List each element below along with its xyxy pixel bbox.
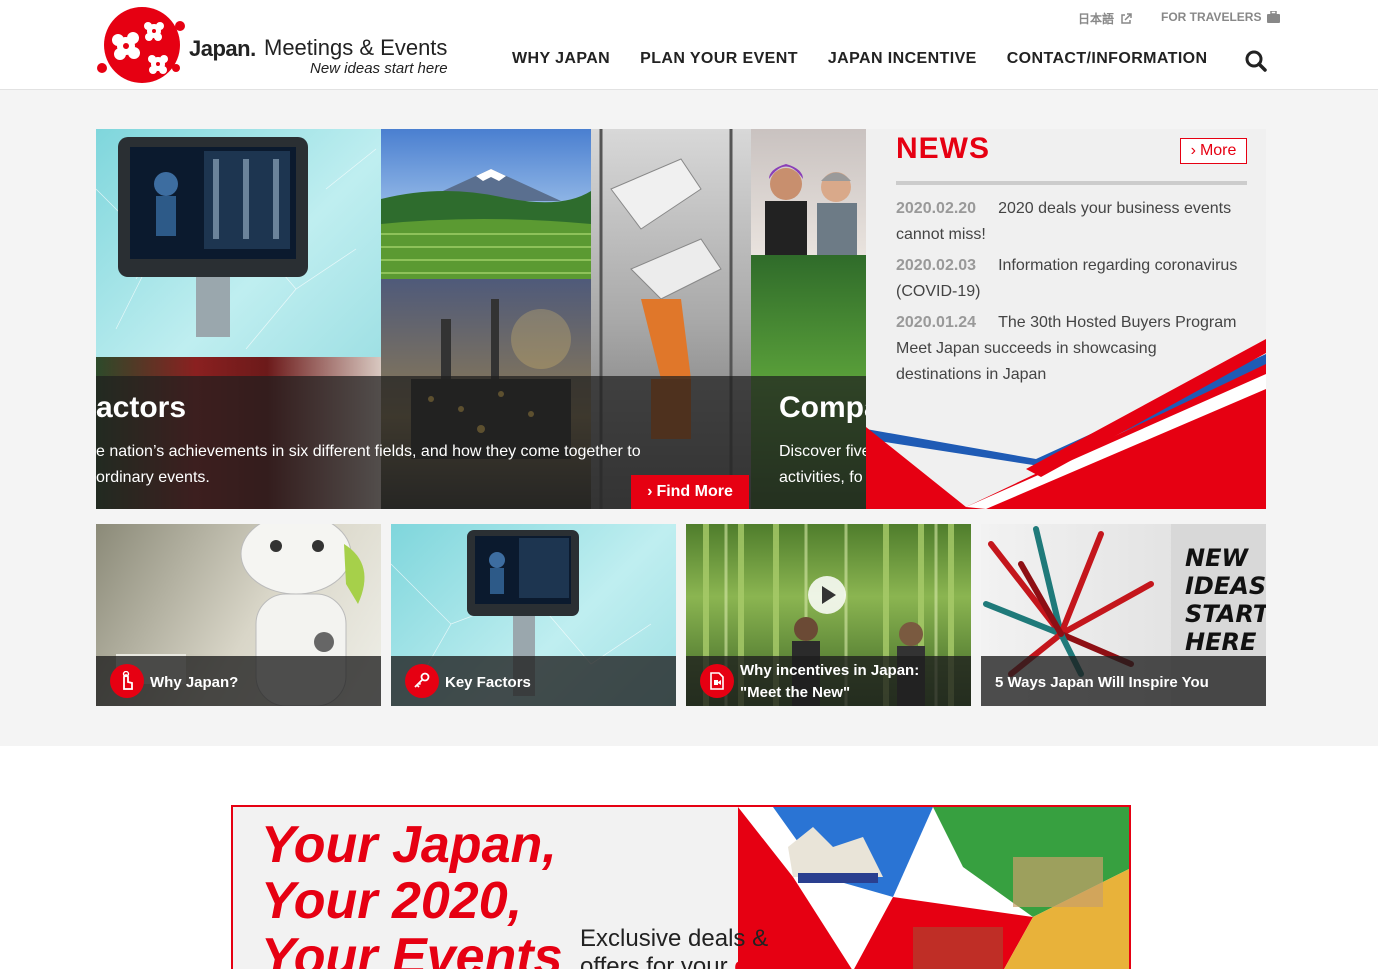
slider-image-mount-fuji xyxy=(381,129,591,279)
slide-description-left: e nation’s achievements in six different… xyxy=(96,443,641,486)
chevron-right-icon: › xyxy=(647,483,653,500)
hero-slider[interactable]: actors e nation’s achievements in six di… xyxy=(96,129,866,509)
banner-headline: Your Japan, Your 2020, Your Events xyxy=(261,816,563,969)
slide-description-right: Discover five activities, fo xyxy=(779,443,866,486)
main-nav: WHY JAPAN PLAN YOUR EVENT JAPAN INCENTIV… xyxy=(512,50,1237,68)
hand-pointer-icon xyxy=(110,664,144,698)
card-key-factors[interactable]: Key Factors xyxy=(391,524,676,706)
key-icon xyxy=(405,664,439,698)
chevron-right-icon: › xyxy=(1190,142,1196,159)
nav-japan-incentive[interactable]: JAPAN INCENTIVE xyxy=(828,50,977,68)
travelers-link[interactable]: FOR TRAVELERS xyxy=(1161,10,1281,24)
news-heading: NEWS xyxy=(896,132,990,165)
travelers-label: FOR TRAVELERS xyxy=(1161,10,1262,24)
news-item[interactable]: 2020.02.20 2020 deals your business event… xyxy=(896,196,1241,248)
card-5-ways[interactable]: NEW IDEAS START HERE 5 Ways Japan Will I… xyxy=(981,524,1266,706)
news-more-button[interactable]: › More xyxy=(1180,138,1247,164)
find-more-button[interactable]: › Find More xyxy=(631,475,749,509)
news-date: 2020.02.03 xyxy=(896,257,977,274)
site-logo[interactable]: Japan. Meetings & Events New ideas start… xyxy=(96,6,456,84)
language-label: 日本語 xyxy=(1078,12,1115,26)
news-date: 2020.01.24 xyxy=(896,314,977,331)
news-date: 2020.02.20 xyxy=(896,200,977,217)
cherry-blossom-logo-icon xyxy=(97,7,185,83)
art-text: NEW xyxy=(1185,544,1249,572)
slide-title-left: actors xyxy=(96,391,187,424)
news-item[interactable]: 2020.02.03 Information regarding coronavi… xyxy=(896,253,1241,305)
nav-plan-your-event[interactable]: PLAN YOUR EVENT xyxy=(640,50,798,68)
logo-japan-text: Japan. xyxy=(189,36,256,61)
card-label: Why Japan? xyxy=(150,674,239,691)
art-text: START xyxy=(1185,600,1266,628)
slider-image-conference-attendees xyxy=(751,129,866,255)
card-why-japan[interactable]: Why Japan? xyxy=(96,524,381,706)
card-label: 5 Ways Japan Will Inspire You xyxy=(995,674,1209,691)
banner-subtext: Exclusive deals & offers for your events xyxy=(580,925,811,969)
news-panel: NEWS › More 2020.02.20 2020 deals your bu… xyxy=(866,129,1266,509)
site-header: Japan. Meetings & Events New ideas start… xyxy=(0,0,1378,90)
video-icon xyxy=(700,664,734,698)
news-item[interactable]: 2020.01.24 The 30th Hosted Buyers Program… xyxy=(896,310,1241,388)
logo-tagline: New ideas start here xyxy=(310,60,448,77)
news-divider xyxy=(896,181,1247,185)
card-label: Why incentives in Japan: "Meet the New" xyxy=(740,662,920,701)
slide-title-right: Compa xyxy=(779,391,866,424)
external-link-icon xyxy=(1121,12,1132,24)
slider-image-medical-monitor xyxy=(96,129,381,357)
nav-contact-information[interactable]: CONTACT/INFORMATION xyxy=(1007,50,1208,68)
art-text: IDEAS xyxy=(1185,572,1266,600)
search-icon[interactable] xyxy=(1245,50,1267,72)
card-label: Key Factors xyxy=(445,674,531,691)
nav-why-japan[interactable]: WHY JAPAN xyxy=(512,50,610,68)
art-text: HERE xyxy=(1185,628,1257,656)
logo-title: Meetings & Events xyxy=(264,35,448,60)
news-list: 2020.02.20 2020 deals your business event… xyxy=(896,196,1241,393)
language-link[interactable]: 日本語 xyxy=(1078,10,1132,27)
card-why-incentives[interactable]: Why incentives in Japan: "Meet the New" xyxy=(686,524,971,706)
promo-banner[interactable]: Your Japan, Your 2020, Your Events Exclu… xyxy=(231,805,1131,969)
suitcase-icon xyxy=(1267,11,1281,23)
